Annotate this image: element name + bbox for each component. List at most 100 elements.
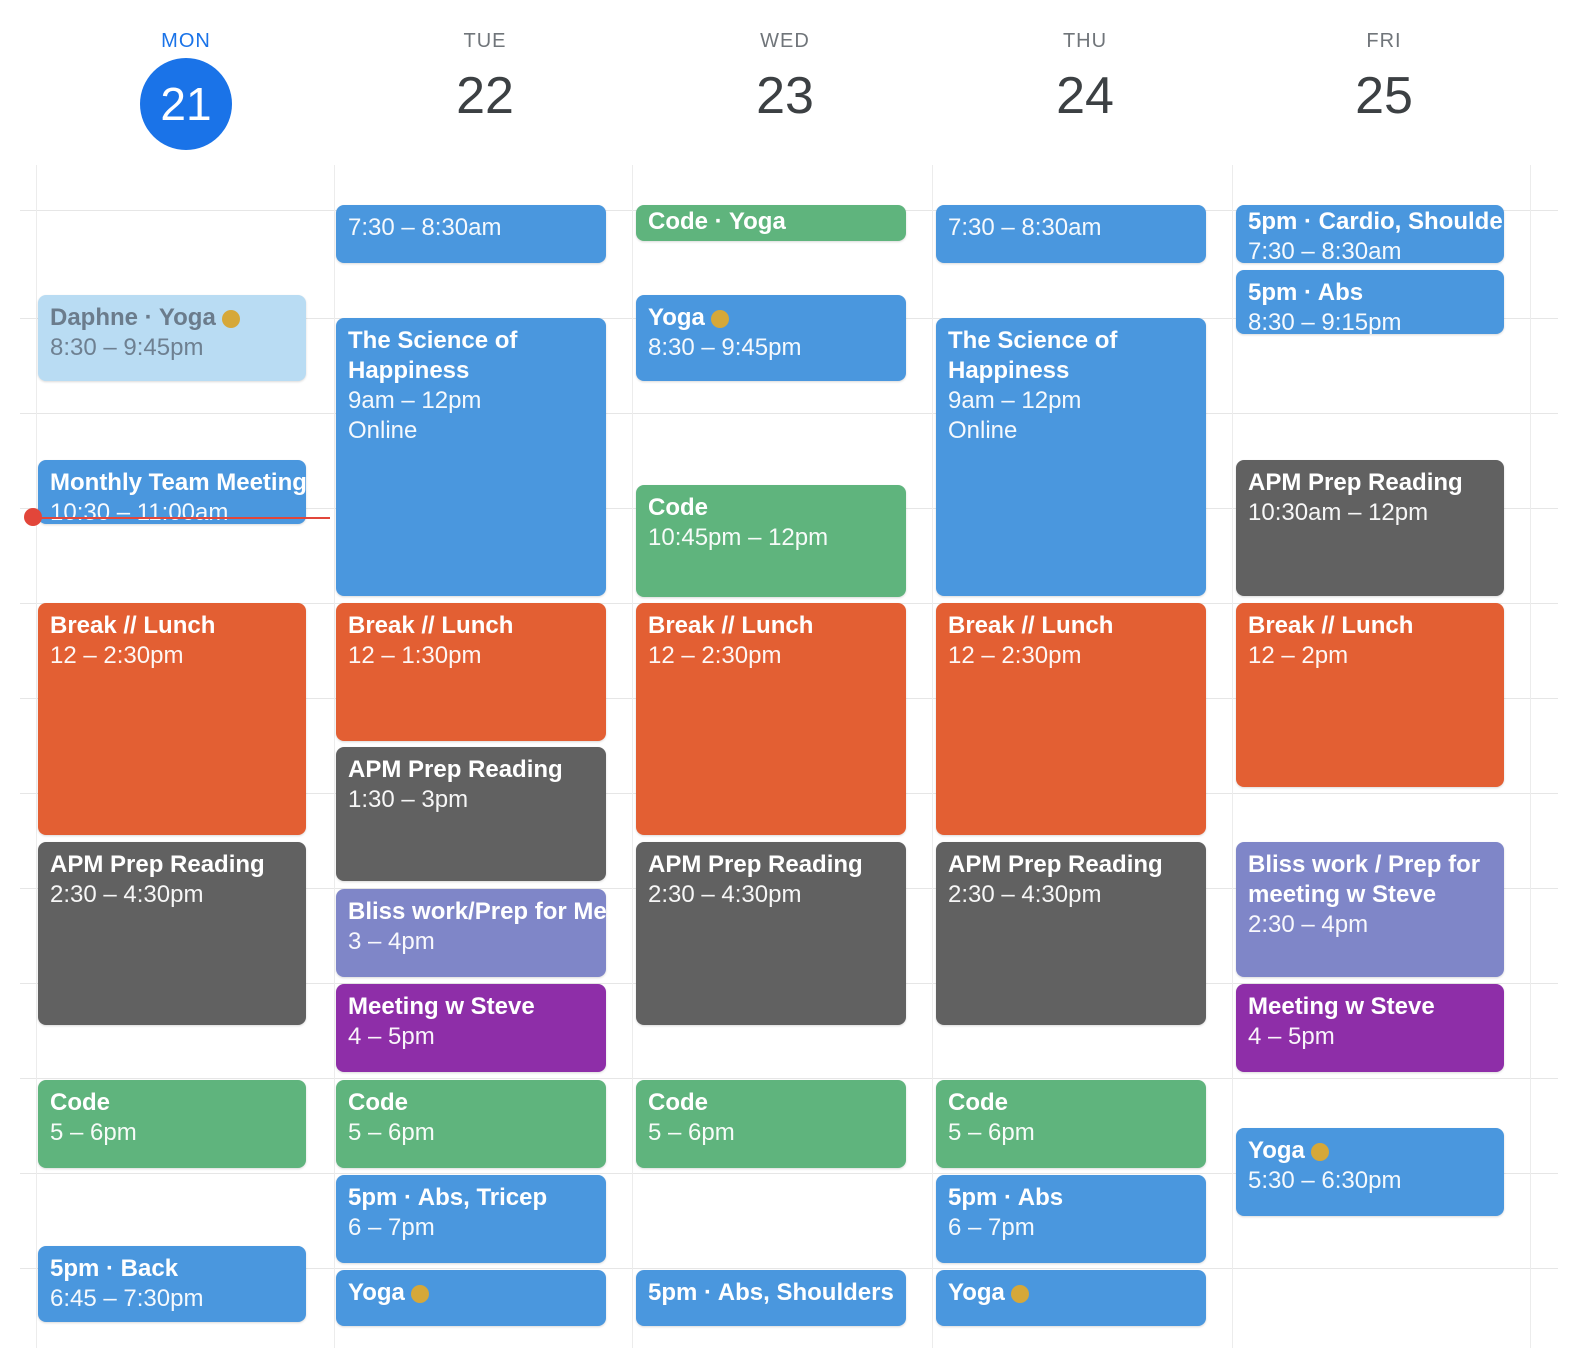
- sun-icon: [1010, 1284, 1029, 1303]
- event-yoga[interactable]: Yoga: [936, 1270, 1206, 1326]
- day-header-thu[interactable]: THU 24: [935, 0, 1235, 200]
- event-apm-reading[interactable]: APM Prep Reading 1:30 – 3pm: [336, 747, 606, 881]
- current-time-line: [30, 517, 330, 519]
- event-workout-abs[interactable]: 5pm · Abs 6 – 7pm: [936, 1175, 1206, 1263]
- event-title: Yoga: [348, 1278, 594, 1308]
- event-title: Monthly Team Meeting: [50, 469, 306, 496]
- event-yoga[interactable]: Yoga: [336, 1270, 606, 1326]
- event-title: Daphne · Yoga: [50, 303, 294, 333]
- day-number[interactable]: 23: [635, 66, 935, 126]
- event-time: 1:30 – 3pm: [348, 786, 469, 813]
- event-time: 6 – 7pm: [948, 1214, 1035, 1241]
- event-yoga[interactable]: Yoga 8:30 – 9:45pm: [636, 295, 906, 381]
- event-location: Online: [348, 417, 418, 444]
- event-lunch[interactable]: Break // Lunch 12 – 2:30pm: [38, 603, 306, 835]
- event-time: 6:45 – 7:30pm: [50, 1285, 204, 1312]
- event-back[interactable]: 5pm · Back 6:45 – 7:30pm: [38, 1246, 306, 1322]
- event-title: APM Prep Reading: [348, 756, 563, 783]
- day-number-today[interactable]: 21: [140, 58, 232, 150]
- event-title: APM Prep Reading: [948, 851, 1163, 878]
- event-yoga[interactable]: Yoga 5:30 – 6:30pm: [1236, 1128, 1504, 1216]
- event-title: Break // Lunch: [648, 612, 814, 639]
- event-code[interactable]: Code 5 – 6pm: [336, 1080, 606, 1168]
- event-lunch[interactable]: Break // Lunch 12 – 2:30pm: [636, 603, 906, 835]
- day-of-week: MON: [161, 30, 211, 52]
- event-code-yoga[interactable]: Code · Yoga: [636, 205, 906, 241]
- day-header-mon[interactable]: MON 21: [36, 0, 336, 200]
- day-of-week: WED: [760, 30, 810, 52]
- sun-icon: [710, 309, 729, 328]
- event-title: 5pm · Abs: [1248, 279, 1364, 306]
- day-divider: [632, 165, 633, 1348]
- hour-line: [20, 1078, 1558, 1079]
- day-of-week: TUE: [463, 30, 507, 52]
- day-header-fri[interactable]: FRI 25: [1234, 0, 1534, 200]
- event-code[interactable]: Code 5 – 6pm: [38, 1080, 306, 1168]
- event-workout-abs[interactable]: 5pm · Abs 8:30 – 9:15pm: [1236, 270, 1504, 334]
- event-title: Code · Yoga: [648, 208, 786, 235]
- event-title: Code: [948, 1089, 1008, 1116]
- event-time: 12 – 2:30pm: [948, 642, 1082, 669]
- event-lunch[interactable]: Break // Lunch 12 – 1:30pm: [336, 603, 606, 741]
- event-apm-reading[interactable]: APM Prep Reading 10:30am – 12pm: [1236, 460, 1504, 596]
- event-team-meeting[interactable]: Monthly Team Meeting 10:30 – 11:00am: [38, 460, 306, 524]
- event-workout[interactable]: 7:30 – 8:30am: [936, 205, 1206, 263]
- event-science-of-happiness[interactable]: The Science of Happiness 9am – 12pm Onli…: [936, 318, 1206, 596]
- day-number[interactable]: 25: [1234, 66, 1534, 126]
- event-time: 5 – 6pm: [348, 1119, 435, 1146]
- event-time: 10:30 – 11:00am: [50, 499, 229, 524]
- event-meeting-steve[interactable]: Meeting w Steve 4 – 5pm: [336, 984, 606, 1072]
- event-apm-reading[interactable]: APM Prep Reading 2:30 – 4:30pm: [936, 842, 1206, 1025]
- current-time-dot: [24, 508, 42, 526]
- event-time: 7:30 – 8:30am: [348, 214, 502, 241]
- event-time: 2:30 – 4:30pm: [648, 881, 802, 908]
- event-workout-abs[interactable]: 5pm · Abs, Tricep 6 – 7pm: [336, 1175, 606, 1263]
- event-title: Break // Lunch: [948, 612, 1114, 639]
- event-time: 10:30am – 12pm: [1248, 499, 1429, 526]
- event-meeting-steve[interactable]: Meeting w Steve 4 – 5pm: [1236, 984, 1504, 1072]
- day-number[interactable]: 22: [335, 66, 635, 126]
- hour-line: [20, 413, 1558, 414]
- event-title: Code: [648, 494, 708, 521]
- event-bliss-work[interactable]: Bliss work/Prep for Meeting 3 – 4pm: [336, 889, 606, 977]
- event-title: Meeting w Steve: [1248, 993, 1435, 1020]
- event-code[interactable]: Code 10:45pm – 12pm: [636, 485, 906, 597]
- day-header-wed[interactable]: WED 23: [635, 0, 935, 200]
- event-bliss-work[interactable]: Bliss work / Prep for meeting w Steve 2:…: [1236, 842, 1504, 977]
- event-code[interactable]: Code 5 – 6pm: [636, 1080, 906, 1168]
- event-time: 12 – 2:30pm: [50, 642, 184, 669]
- event-apm-reading[interactable]: APM Prep Reading 2:30 – 4:30pm: [636, 842, 906, 1025]
- event-title: 5pm · Cardio, Shoulders: [1248, 208, 1504, 235]
- event-time: 6 – 7pm: [348, 1214, 435, 1241]
- event-time: 8:30 – 9:45pm: [50, 334, 204, 361]
- event-time: 12 – 2:30pm: [648, 642, 782, 669]
- day-number[interactable]: 24: [935, 66, 1235, 126]
- event-yoga[interactable]: Daphne · Yoga 8:30 – 9:45pm: [38, 295, 306, 381]
- event-time: 3 – 4pm: [348, 928, 435, 955]
- event-time: 2:30 – 4:30pm: [50, 881, 204, 908]
- event-lunch[interactable]: Break // Lunch 12 – 2pm: [1236, 603, 1504, 787]
- event-time: 2:30 – 4pm: [1248, 911, 1369, 938]
- event-time: 4 – 5pm: [348, 1023, 435, 1050]
- event-apm-reading[interactable]: APM Prep Reading 2:30 – 4:30pm: [38, 842, 306, 1025]
- event-time: 9am – 12pm: [348, 387, 482, 414]
- day-divider: [932, 165, 933, 1348]
- event-title: 5pm · Back: [50, 1255, 179, 1282]
- day-of-week: FRI: [1366, 30, 1402, 52]
- event-workout[interactable]: 7:30 – 8:30am: [336, 205, 606, 263]
- event-title: Break // Lunch: [348, 612, 514, 639]
- event-workout-abs-shoulders[interactable]: 5pm · Abs, Shoulders: [636, 1270, 906, 1326]
- event-time: 2:30 – 4:30pm: [948, 881, 1102, 908]
- event-workout-cardio[interactable]: 5pm · Cardio, Shoulders 7:30 – 8:30am: [1236, 205, 1504, 263]
- event-location: Online: [948, 417, 1018, 444]
- event-science-of-happiness[interactable]: The Science of Happiness 9am – 12pm Onli…: [336, 318, 606, 596]
- event-time: 10:45pm – 12pm: [648, 524, 829, 551]
- event-lunch[interactable]: Break // Lunch 12 – 2:30pm: [936, 603, 1206, 835]
- event-title: Break // Lunch: [1248, 612, 1414, 639]
- event-time: 7:30 – 8:30am: [948, 214, 1102, 241]
- day-header-tue[interactable]: TUE 22: [335, 0, 635, 200]
- event-code[interactable]: Code 5 – 6pm: [936, 1080, 1206, 1168]
- event-title: Yoga: [648, 303, 894, 333]
- sun-icon: [221, 309, 240, 328]
- day-of-week: THU: [1062, 30, 1108, 52]
